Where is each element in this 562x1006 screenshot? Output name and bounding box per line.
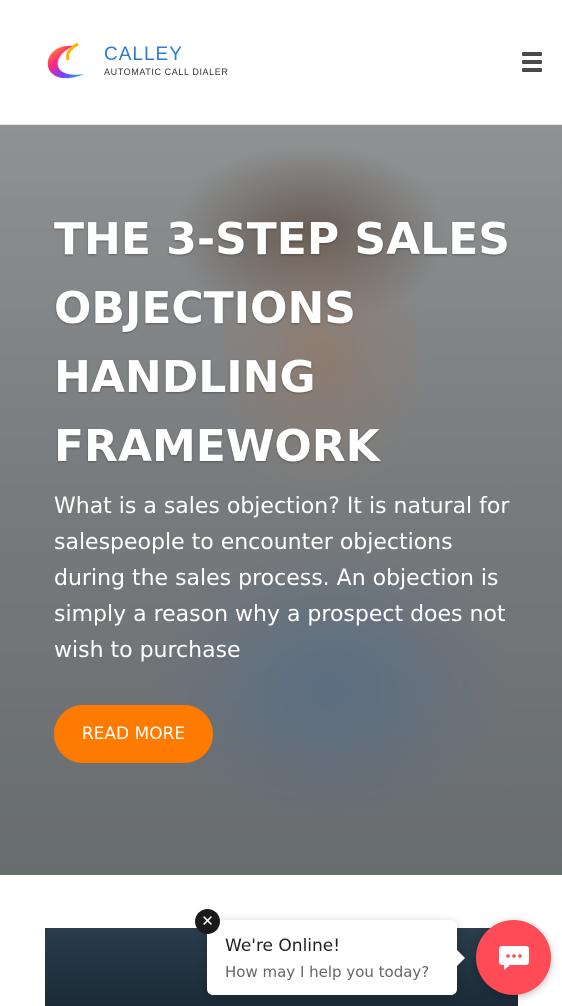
hero-title: THE 3-STEP SALES OBJECTIONS HANDLING FRA… xyxy=(54,214,510,472)
hero-description: What is a sales objection? It is natural… xyxy=(54,494,510,663)
chat-bubble-icon xyxy=(499,946,529,970)
hamburger-menu-icon[interactable] xyxy=(522,52,544,74)
chat-close-icon[interactable]: ✕ xyxy=(195,909,220,934)
site-header: CALLEY AUTOMATIC CALL DIALER xyxy=(0,0,562,125)
logo-name: CALLEY xyxy=(104,44,183,65)
read-more-button[interactable]: READ MORE xyxy=(54,705,213,763)
chat-launcher-button[interactable] xyxy=(476,920,551,995)
hero-banner: THE 3-STEP SALES OBJECTIONS HANDLING FRA… xyxy=(0,125,562,875)
calley-logo[interactable]: CALLEY AUTOMATIC CALL DIALER xyxy=(44,40,228,84)
logo-tagline: AUTOMATIC CALL DIALER xyxy=(104,67,229,77)
calley-logo-icon xyxy=(47,42,84,79)
chat-subtitle: How may I help you today? xyxy=(225,963,430,981)
chat-title: We're Online! xyxy=(225,936,341,956)
chat-greeting-bubble[interactable]: We're Online! How may I help you today? xyxy=(207,920,465,995)
